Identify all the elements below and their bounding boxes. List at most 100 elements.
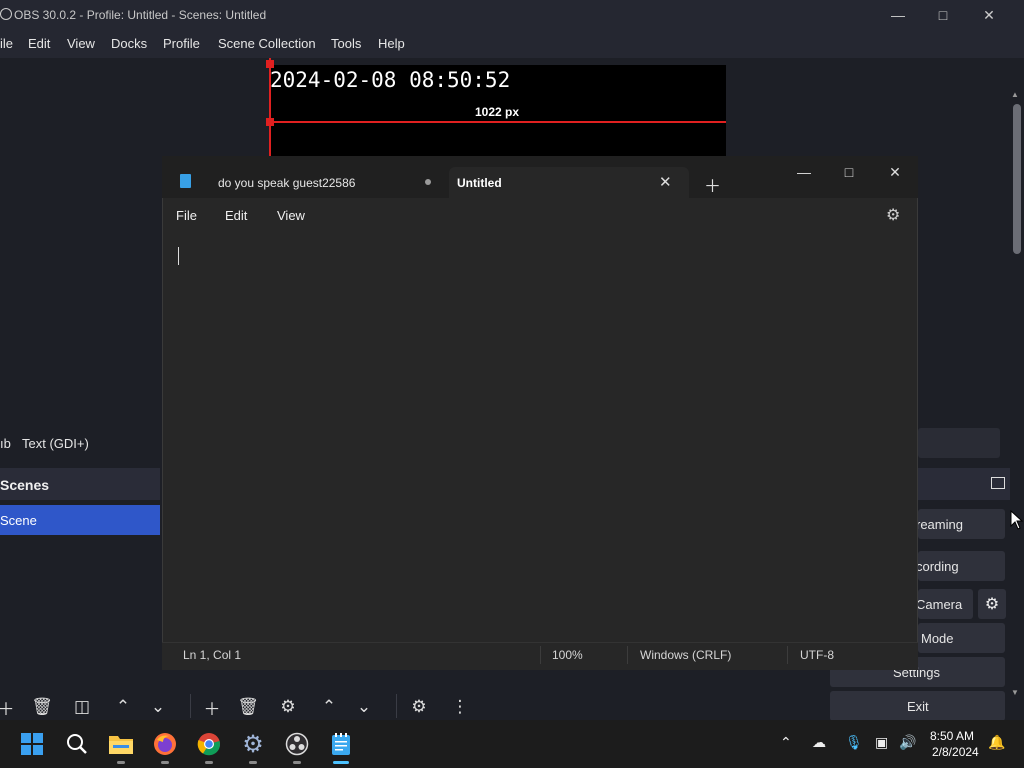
notepad-menu-view[interactable]: View — [277, 208, 305, 223]
running-indicator — [205, 761, 213, 764]
start-button[interactable] — [16, 728, 48, 760]
exit-button[interactable]: Exit — [830, 691, 1005, 721]
active-indicator — [333, 761, 349, 764]
notepad-close-button[interactable]: ✕ — [872, 158, 918, 186]
notepad-text-area[interactable] — [163, 232, 917, 640]
taskbar-firefox[interactable] — [149, 728, 181, 760]
close-icon: ✕ — [983, 6, 995, 23]
cursor-position: Ln 1, Col 1 — [183, 648, 242, 662]
notepad-tab-label[interactable]: Untitled — [457, 176, 502, 190]
toolbar-separator — [396, 694, 397, 718]
notepad-app-icon — [180, 174, 191, 188]
obs-scroll-thumb[interactable] — [1013, 104, 1021, 254]
obs-menu-scene-collection[interactable]: Scene Collection — [218, 36, 316, 51]
new-tab-icon[interactable]: ＋ — [704, 172, 721, 197]
more-options-icon[interactable]: ⋮ — [446, 696, 474, 718]
scene-list-item-label: Scene — [0, 513, 37, 528]
line-ending: Windows (CRLF) — [640, 648, 732, 662]
running-indicator — [249, 761, 257, 764]
studio-mode-label: Mode — [921, 631, 954, 646]
obs-menu-tools[interactable]: Tools — [331, 36, 361, 51]
audio-mixer-settings-icon[interactable]: ⚙ — [405, 696, 433, 718]
resize-handle-left[interactable] — [266, 118, 274, 126]
firefox-icon — [154, 733, 176, 755]
source-properties-icon[interactable]: ⚙ — [274, 696, 302, 718]
clock-date[interactable]: 2/8/2024 — [932, 745, 979, 759]
source-toolbar-field[interactable] — [918, 428, 1000, 458]
move-source-up-icon[interactable]: ⌃ — [315, 696, 343, 718]
status-separator — [627, 646, 628, 664]
obs-menu-file[interactable]: ile — [0, 36, 13, 51]
notepad-maximize-button[interactable]: □ — [826, 158, 872, 186]
add-scene-icon[interactable]: ＋ — [0, 696, 20, 719]
virtual-camera-label: Camera — [918, 597, 963, 612]
text-caret — [178, 247, 179, 265]
network-icon[interactable]: ▣ — [875, 734, 888, 751]
virtual-camera-settings-button[interactable]: ⚙ — [978, 589, 1006, 619]
notepad-settings-gear-icon[interactable]: ⚙ — [886, 205, 900, 225]
studio-mode-button[interactable]: Mode — [918, 623, 1005, 653]
move-scene-down-icon[interactable]: ⌄ — [144, 696, 172, 718]
search-button[interactable] — [61, 728, 93, 760]
running-indicator — [293, 761, 301, 764]
settings-gear-icon: ⚙ — [242, 730, 264, 758]
obs-menu-docks[interactable]: Docks — [111, 36, 147, 51]
notification-bell-icon[interactable]: 🔔 — [988, 734, 1005, 751]
zoom-level: 100% — [552, 648, 583, 662]
notepad-icon — [332, 733, 350, 755]
close-tab-icon[interactable]: ✕ — [659, 173, 672, 191]
obs-close-button[interactable]: ✕ — [966, 0, 1012, 30]
notepad-menu-file[interactable]: File — [176, 208, 197, 223]
gear-icon: ⚙ — [984, 596, 1000, 613]
virtual-camera-button[interactable]: Camera — [918, 589, 973, 619]
source-label-partial: ıb — [0, 436, 11, 451]
resize-handle-top[interactable] — [266, 60, 274, 68]
maximize-icon: □ — [938, 7, 948, 23]
taskbar-obs[interactable] — [281, 728, 313, 760]
onedrive-cloud-icon[interactable]: ☁ — [812, 734, 826, 751]
move-source-down-icon[interactable]: ⌄ — [350, 696, 378, 718]
obs-minimize-button[interactable]: — — [875, 0, 921, 30]
taskbar-settings[interactable]: ⚙ — [237, 728, 269, 760]
scene-filters-icon[interactable]: ◫ — [68, 696, 96, 718]
exit-label: Exit — [907, 699, 929, 714]
clock-time[interactable]: 8:50 AM — [930, 729, 974, 743]
selected-source-name: Text (GDI+) — [22, 436, 89, 451]
preview-width-label: 1022 px — [475, 105, 520, 119]
notepad-menu-edit[interactable]: Edit — [225, 208, 247, 223]
dock-popout-icon[interactable] — [991, 477, 1005, 489]
obs-maximize-button[interactable]: □ — [920, 0, 966, 30]
obs-menu-view[interactable]: View — [67, 36, 95, 51]
windows-logo-icon — [21, 733, 43, 755]
status-separator — [540, 646, 541, 664]
volume-icon[interactable]: 🔊 — [899, 734, 916, 751]
scroll-down-arrow-icon[interactable]: ▼ — [1011, 688, 1019, 697]
scenes-dock-title: Scenes — [0, 477, 50, 493]
move-scene-up-icon[interactable]: ⌃ — [109, 696, 137, 718]
preview-clock-text: 2024-02-08 08:50:52 — [270, 68, 511, 92]
taskbar-file-explorer[interactable] — [105, 728, 137, 760]
remove-scene-icon[interactable]: 🗑 — [28, 696, 56, 718]
scroll-up-arrow-icon[interactable]: ▲ — [1011, 90, 1019, 99]
start-recording-button[interactable]: cording — [918, 551, 1005, 581]
obs-menu-help[interactable]: Help — [378, 36, 405, 51]
taskbar-chrome[interactable] — [193, 728, 225, 760]
obs-logo-icon — [0, 8, 12, 20]
close-icon: ✕ — [889, 163, 901, 180]
start-streaming-label: reaming — [918, 517, 963, 532]
notepad-minimize-button[interactable]: — — [781, 158, 827, 186]
minimize-icon: — — [891, 7, 905, 23]
obs-menu-profile[interactable]: Profile — [163, 36, 200, 51]
start-streaming-button[interactable]: reaming — [918, 509, 1005, 539]
unsaved-indicator-icon — [425, 179, 431, 185]
add-source-icon[interactable]: ＋ — [198, 696, 226, 719]
microphone-icon[interactable]: 🎙 — [845, 734, 863, 751]
remove-source-icon[interactable]: 🗑 — [234, 696, 262, 718]
obs-menu-edit[interactable]: Edit — [28, 36, 50, 51]
running-indicator — [117, 761, 125, 764]
taskbar-notepad[interactable] — [325, 728, 357, 760]
maximize-icon: □ — [844, 164, 854, 180]
show-hidden-icons-chevron-icon[interactable]: ⌃ — [780, 734, 792, 751]
minimize-icon: — — [797, 164, 811, 180]
notepad-tab-label[interactable]: do you speak guest22586 — [218, 176, 355, 190]
